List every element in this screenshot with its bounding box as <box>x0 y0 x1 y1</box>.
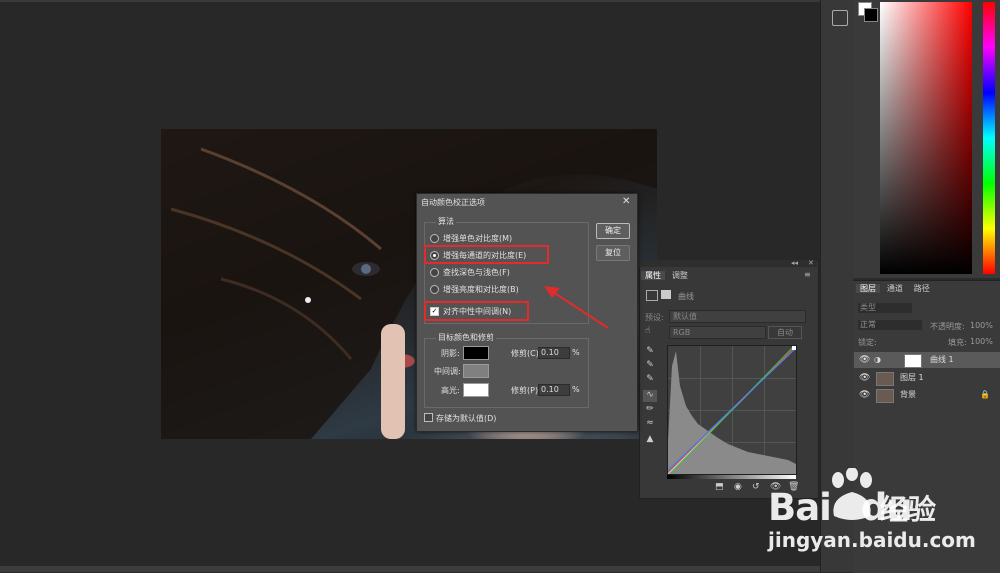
tab-paths[interactable]: 路径 <box>910 284 934 293</box>
canvas-top-border <box>0 0 820 2</box>
input-gradient-bar <box>667 475 796 479</box>
radio-brightness-contrast[interactable] <box>430 285 439 294</box>
visibility-eye-icon[interactable]: 👁 <box>859 352 870 368</box>
layer-row-background[interactable]: 👁 背景 🔒 <box>854 387 1000 403</box>
curves-adjustment-icon <box>646 290 658 301</box>
blend-mode-value: 正常 <box>860 320 876 329</box>
watermark-chinese: 经验 <box>880 493 937 526</box>
layers-panel-tabs: 图层 通道 路径 <box>856 282 934 296</box>
close-icon[interactable]: ✕ <box>622 196 630 207</box>
visibility-eye-icon[interactable]: 👁 <box>859 387 870 403</box>
highlight-box-snap-neutral <box>424 301 529 321</box>
tab-properties[interactable]: 属性 <box>641 271 665 280</box>
layer-mask-thumbnail[interactable] <box>904 354 922 368</box>
clipping-warning-icon[interactable]: ▲ <box>643 434 657 446</box>
clip-to-layer-icon[interactable]: ⬒ <box>715 482 724 492</box>
preset-value: 默认值 <box>673 312 697 321</box>
smooth-curve-icon[interactable]: ≈ <box>643 418 657 430</box>
percent-label: % <box>572 348 580 357</box>
status-bar <box>0 566 820 572</box>
preset-label: 预设: <box>645 313 664 322</box>
red-arrow-annotation <box>544 286 609 329</box>
background-color-swatch[interactable] <box>864 8 878 22</box>
adjustment-layer-icon: ◑ <box>874 355 881 364</box>
highlight-box-per-channel <box>424 245 549 264</box>
view-previous-icon[interactable]: ◉ <box>734 482 742 492</box>
fill-label: 填充: <box>948 338 967 347</box>
percent-label: % <box>572 385 580 394</box>
properties-panel-title: 曲线 <box>678 292 694 301</box>
lock-icon: 🔒 <box>980 390 990 399</box>
layer-kind-filter[interactable]: 类型 <box>858 303 912 313</box>
target-colors-group-label: 目标颜色和修剪 <box>436 332 496 343</box>
watermark-brand-start: Bai <box>768 486 832 529</box>
algorithm-group-label: 算法 <box>436 216 456 227</box>
radio-monochromatic[interactable] <box>430 234 439 243</box>
watermark-url: jingyan.baidu.com <box>768 528 976 552</box>
ok-button[interactable]: 确定 <box>596 223 630 239</box>
white-point-eyedropper-icon[interactable]: ✎ <box>643 374 657 386</box>
layer-name[interactable]: 图层 1 <box>900 370 924 386</box>
mask-icon[interactable] <box>661 290 671 299</box>
opacity-label: 不透明度: <box>930 322 965 331</box>
auto-button-label: 自动 <box>777 328 793 337</box>
layer-name[interactable]: 背景 <box>900 387 916 403</box>
curves-graph[interactable] <box>667 345 797 475</box>
option-label[interactable]: 增强亮度和对比度(B) <box>443 284 519 295</box>
histogram-and-curves <box>668 346 796 474</box>
clip-highlights-label: 修剪(P): <box>511 386 541 395</box>
highlights-color-swatch[interactable] <box>463 383 489 397</box>
close-panel-icon[interactable]: ✕ <box>808 259 814 267</box>
tab-layers[interactable]: 图层 <box>856 284 880 293</box>
clip-highlights-input[interactable]: 0.10 <box>538 384 570 396</box>
reset-adjustment-icon[interactable]: ↺ <box>752 482 760 492</box>
clip-shadows-input[interactable]: 0.10 <box>538 347 570 359</box>
tab-channels[interactable]: 通道 <box>883 284 907 293</box>
collapse-panel-icon[interactable]: ◂◂ <box>791 259 798 267</box>
preset-select[interactable]: 默认值 <box>669 310 806 323</box>
properties-tabs: 属性 调整 <box>641 269 692 283</box>
dialog-title: 自动颜色校正选项 <box>421 198 485 207</box>
layer-row-curves[interactable]: 👁 ◑ 曲线 1 <box>854 352 1000 368</box>
blend-mode-select[interactable]: 正常 <box>858 320 922 330</box>
pencil-draw-icon[interactable]: ✏ <box>643 404 657 416</box>
opacity-value[interactable]: 100% <box>970 321 993 330</box>
reset-button[interactable]: 复位 <box>596 245 630 261</box>
shadows-label: 阴影: <box>441 349 460 358</box>
ok-button-label: 确定 <box>605 226 621 235</box>
option-label[interactable]: 查找深色与浅色(F) <box>443 267 510 278</box>
layer-thumbnail <box>876 372 894 386</box>
history-panel-icon[interactable] <box>832 10 848 26</box>
clip-highlights-value: 0.10 <box>541 385 559 394</box>
auto-button[interactable]: 自动 <box>768 326 802 339</box>
gray-point-eyedropper-icon[interactable]: ✎ <box>643 360 657 372</box>
clip-shadows-label: 修剪(C): <box>511 349 542 358</box>
save-default-label[interactable]: 存储为默认值(D) <box>436 413 496 424</box>
highlights-label: 高光: <box>441 386 460 395</box>
layer-thumbnail <box>876 389 894 403</box>
black-point-eyedropper-icon[interactable]: ✎ <box>643 346 657 358</box>
layer-row-layer1[interactable]: 👁 图层 1 <box>854 370 1000 386</box>
option-label[interactable]: 增强单色对比度(M) <box>443 233 512 244</box>
tab-adjustments[interactable]: 调整 <box>668 271 692 280</box>
visibility-eye-icon[interactable]: 👁 <box>859 370 870 386</box>
reset-button-label: 复位 <box>605 248 621 257</box>
clip-shadows-value: 0.10 <box>541 348 559 357</box>
layer-kind-label: 类型 <box>860 303 876 312</box>
shadows-color-swatch[interactable] <box>463 346 489 360</box>
color-saturation-field[interactable] <box>880 2 972 274</box>
layer-name[interactable]: 曲线 1 <box>930 352 954 368</box>
channel-value: RGB <box>673 328 691 337</box>
lock-label: 锁定: <box>858 338 877 347</box>
channel-select[interactable]: RGB <box>669 326 766 339</box>
save-default-checkbox[interactable] <box>424 413 433 422</box>
fill-value[interactable]: 100% <box>970 337 993 346</box>
midtones-label: 中间调: <box>434 367 461 376</box>
radio-dark-light[interactable] <box>430 268 439 277</box>
midtones-color-swatch[interactable] <box>463 364 489 378</box>
hue-slider[interactable] <box>983 2 995 274</box>
curve-point-tool-icon[interactable]: ∿ <box>643 390 657 402</box>
target-adjust-hand-icon[interactable]: ☝ <box>645 326 650 336</box>
panel-menu-icon[interactable]: ≡ <box>804 270 811 279</box>
